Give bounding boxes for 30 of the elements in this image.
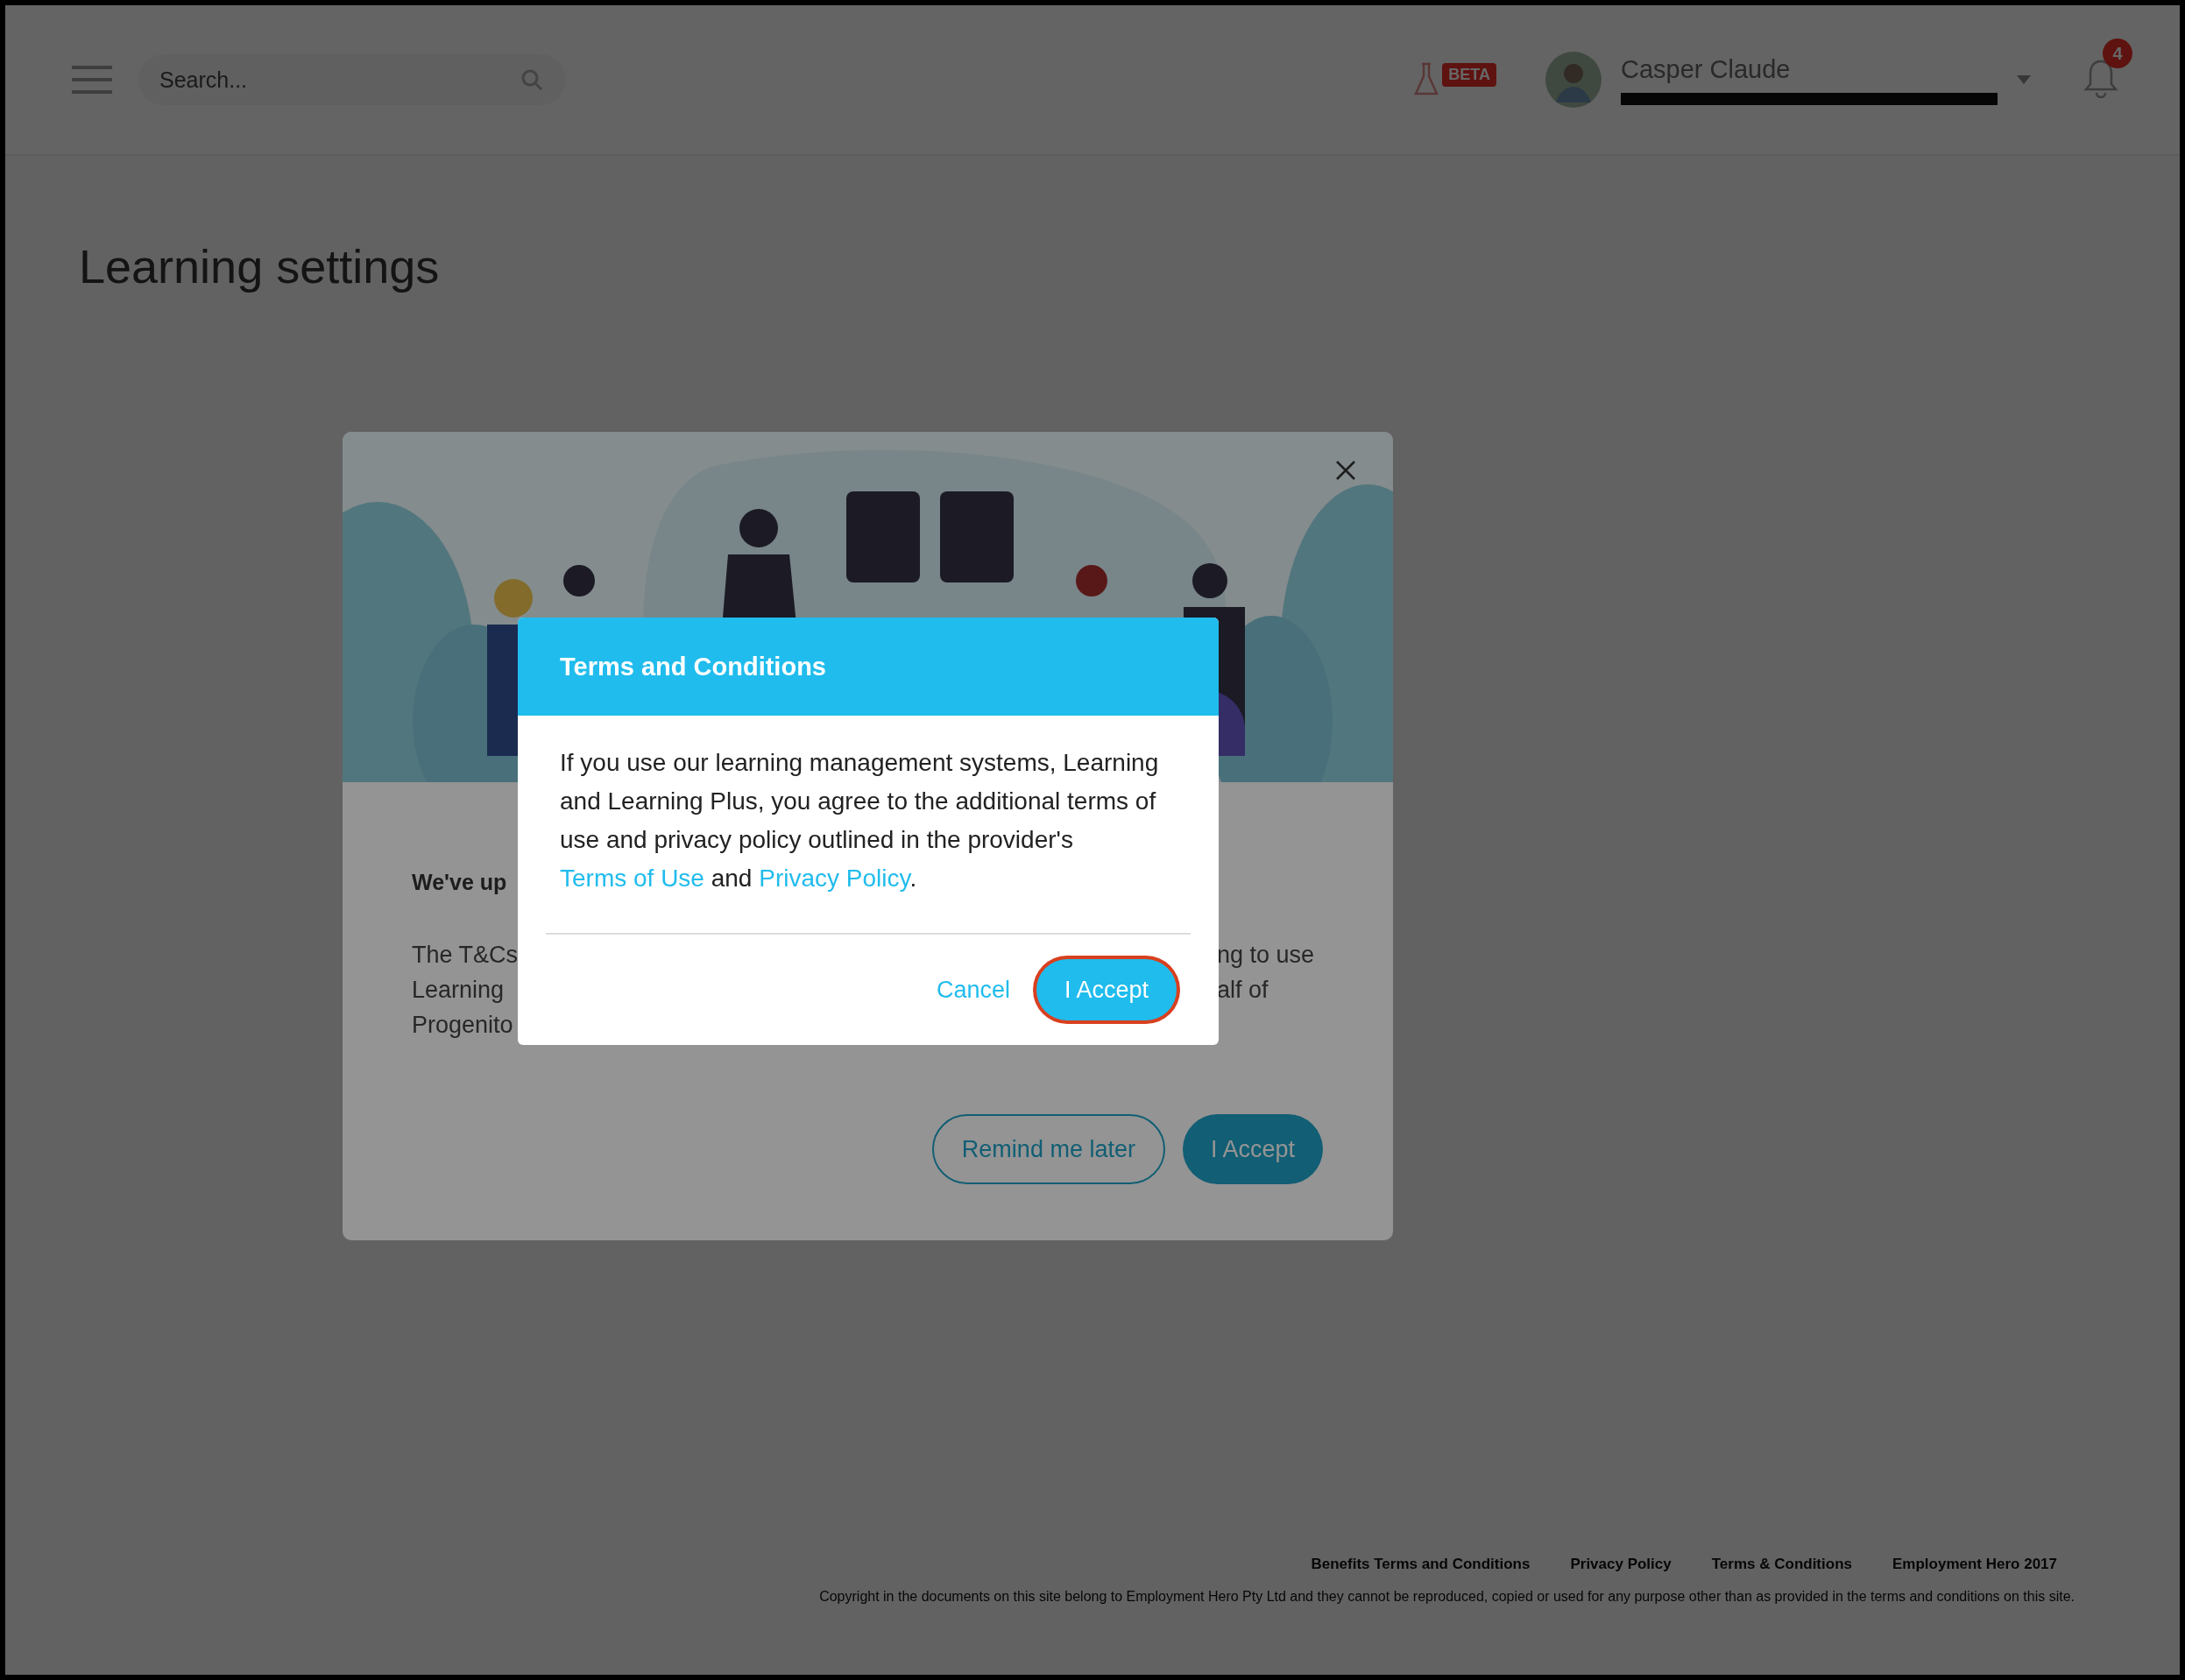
footer-link[interactable]: Benefits Terms and Conditions bbox=[1311, 1556, 1531, 1573]
body-text: The T&Cs bbox=[412, 941, 519, 970]
cancel-button[interactable]: Cancel bbox=[930, 975, 1015, 1005]
terms-link[interactable]: Terms of Use bbox=[560, 865, 704, 892]
close-icon bbox=[1335, 460, 1356, 481]
footer-link[interactable]: Employment Hero 2017 bbox=[1892, 1556, 2057, 1573]
close-button[interactable] bbox=[1335, 460, 1356, 481]
beta-badge: BETA bbox=[1442, 62, 1496, 87]
copyright-text: Copyright in the documents on this site belong to Employment Hero Pty Ltd and they cannot be reproduced, copied or used for any purpose other than as provided in the terms and conditions on this site. bbox=[819, 1589, 2075, 1605]
terms-link[interactable]: Privacy Policy bbox=[759, 865, 910, 892]
footer-link[interactable]: Privacy Policy bbox=[1570, 1556, 1672, 1573]
notification-badge: 4 bbox=[2103, 39, 2132, 68]
menu-icon[interactable] bbox=[72, 66, 112, 94]
body-text: Learning bbox=[412, 976, 506, 1005]
dialog-title: Terms and Conditions bbox=[560, 652, 826, 681]
accept-button[interactable]: I Accept bbox=[1182, 1114, 1323, 1184]
bell-icon[interactable] bbox=[2083, 58, 2118, 98]
body-text: ng to use bbox=[1216, 941, 1314, 970]
flask-icon bbox=[1414, 62, 1439, 97]
search-icon[interactable] bbox=[520, 68, 543, 91]
search-field[interactable]: Search... bbox=[138, 54, 566, 105]
body-text: alf of bbox=[1216, 976, 1269, 1005]
body-text: Progenito bbox=[412, 1011, 514, 1040]
footer-link[interactable]: Terms & Conditions bbox=[1711, 1556, 1852, 1573]
dialog-heading: We've up bbox=[412, 870, 507, 895]
terms-text: If you use our learning management systems, Learning and Learning Plus, you agree to the additional terms of use and privacy policy outlined in the provider's Terms of Use and Privacy Policy. bbox=[546, 744, 1191, 935]
caret-icon[interactable] bbox=[2017, 75, 2031, 84]
user-name[interactable]: Casper Claude bbox=[1621, 54, 1998, 84]
remind-later-button[interactable]: Remind me later bbox=[931, 1114, 1165, 1184]
page-title: Learning settings bbox=[79, 239, 441, 293]
